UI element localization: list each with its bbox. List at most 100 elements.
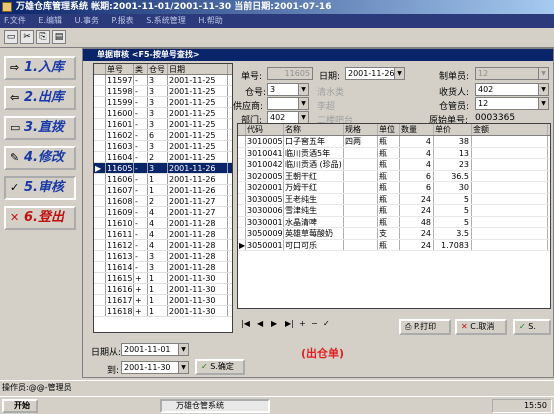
table-row[interactable]: 11608-2 2001-11-27 bbox=[94, 196, 232, 207]
col-unit[interactable]: 单位 bbox=[378, 124, 400, 135]
row-indicator bbox=[238, 147, 246, 158]
col-type[interactable]: 类 bbox=[134, 64, 148, 74]
supplier-select[interactable]: ▼ bbox=[267, 97, 309, 110]
menu-help[interactable]: H.帮助 bbox=[198, 16, 222, 25]
table-row[interactable]: 11601-3 2001-11-25 bbox=[94, 119, 232, 130]
cancel-button[interactable]: ✕ C.取消 bbox=[455, 319, 507, 335]
add-record-icon[interactable]: + bbox=[299, 319, 306, 328]
post-record-icon[interactable]: ✓ bbox=[323, 319, 330, 328]
table-row[interactable]: 11612-4 2001-11-28 bbox=[94, 240, 232, 251]
print-button[interactable]: ⎙ P.打印 bbox=[399, 319, 451, 335]
paste-icon[interactable]: ▤ bbox=[52, 30, 66, 44]
keeper-label: 仓管员: bbox=[439, 102, 470, 112]
table-row[interactable]: 3030005 王老纯生 瓶 24 5 bbox=[238, 193, 550, 205]
detail-grid[interactable]: 代码 名称 规格 单位 数量 单价 金额 3010005 口子窖五年 四两瓶 4 38 3… bbox=[237, 123, 551, 309]
chevron-down-icon[interactable]: ▼ bbox=[298, 98, 308, 109]
keeper-select[interactable]: 12 ▼ bbox=[475, 97, 549, 110]
col-name[interactable]: 名称 bbox=[284, 124, 344, 135]
table-row[interactable]: 11615 +1 2001-11-30 bbox=[94, 273, 232, 284]
warehouse-select[interactable]: 3 ▼ bbox=[267, 83, 309, 96]
chevron-down-icon[interactable]: ▼ bbox=[298, 84, 308, 95]
nav-stock-out[interactable]: ⇦ 2.出库 bbox=[4, 86, 76, 110]
table-row[interactable]: 3030001 水晶清啤 瓶 48 5 bbox=[238, 216, 550, 228]
delete-record-icon[interactable]: − bbox=[311, 319, 318, 328]
first-record-icon[interactable]: |◀ bbox=[241, 319, 250, 328]
col-qty[interactable]: 数量 bbox=[400, 124, 434, 135]
table-row[interactable]: 11604-2 2001-11-25 bbox=[94, 152, 232, 163]
col-code[interactable]: 代码 bbox=[246, 124, 284, 135]
chevron-down-icon[interactable]: ▼ bbox=[178, 344, 188, 355]
table-row[interactable]: 11598-3 2001-11-25 bbox=[94, 86, 232, 97]
menu-business[interactable]: U.事务 bbox=[75, 16, 99, 25]
chevron-down-icon[interactable]: ▼ bbox=[178, 362, 188, 373]
table-row[interactable]: 11610-4 2001-11-28 bbox=[94, 218, 232, 229]
scissors-icon[interactable]: ✂ bbox=[20, 30, 34, 44]
table-row[interactable]: 3020005 王朝干红 瓶 6 36.5 bbox=[238, 170, 550, 182]
table-row[interactable]: 11599-3 2001-11-25 bbox=[94, 97, 232, 108]
new-doc-icon[interactable]: ▭ bbox=[4, 30, 18, 44]
menu-system[interactable]: S.系统管理 bbox=[146, 16, 186, 25]
table-row[interactable]: 11614-3 2001-11-28 bbox=[94, 262, 232, 273]
table-row[interactable]: 11611-4 2001-11-28 bbox=[94, 229, 232, 240]
check-icon: ✓ bbox=[10, 181, 20, 194]
table-cell: 38 bbox=[434, 136, 472, 147]
table-row[interactable]: 11616 +1 2001-11-30 bbox=[94, 284, 232, 295]
chevron-down-icon[interactable]: ▼ bbox=[538, 98, 548, 109]
table-cell: 1 bbox=[148, 284, 168, 294]
col-amount[interactable]: 金额 bbox=[472, 124, 548, 135]
table-row[interactable]: 11613-3 2001-11-28 bbox=[94, 251, 232, 262]
table-cell: 11616 bbox=[107, 284, 134, 294]
col-price[interactable]: 单价 bbox=[434, 124, 472, 135]
nav-audit[interactable]: ✓ 5.审核 bbox=[4, 176, 76, 200]
document-list[interactable]: 单号 类 仓号 日期 11597-3 2001-11-25 11598-3 2001-… bbox=[93, 63, 233, 333]
table-cell: 11606 bbox=[107, 174, 134, 184]
arrow-in-icon: ⇨ bbox=[10, 61, 20, 74]
col-spec[interactable]: 规格 bbox=[344, 124, 378, 135]
chevron-down-icon[interactable]: ▼ bbox=[394, 68, 404, 79]
from-date-field[interactable]: 2001-11-01 ▼ bbox=[121, 343, 189, 356]
chevron-down-icon[interactable]: ▼ bbox=[298, 112, 308, 123]
table-row[interactable]: 11607-1 2001-11-26 bbox=[94, 185, 232, 196]
table-row[interactable]: 11602-6 2001-11-25 bbox=[94, 130, 232, 141]
copy-icon[interactable]: ⎘ bbox=[36, 30, 50, 44]
table-cell: 3020005 bbox=[247, 170, 284, 181]
nav-modify[interactable]: ✎ 4.修改 bbox=[4, 146, 76, 170]
col-warehouse[interactable]: 仓号 bbox=[148, 64, 168, 74]
menu-report[interactable]: P.报表 bbox=[112, 16, 134, 25]
table-row[interactable]: 3010042 临川贡酒 (珍品) 瓶 4 23 bbox=[238, 159, 550, 171]
col-date[interactable]: 日期 bbox=[168, 64, 228, 74]
table-row[interactable]: ▶ 3050001 可口可乐 瓶 24 1.7083 bbox=[238, 239, 550, 251]
table-cell: 瓶 bbox=[378, 170, 400, 181]
table-row[interactable]: 11617 +1 2001-11-30 bbox=[94, 295, 232, 306]
table-row[interactable]: 11606-1 2001-11-26 bbox=[94, 174, 232, 185]
table-row[interactable]: ▶ 11605-3 2001-11-26 bbox=[94, 163, 232, 174]
menu-file[interactable]: F.文件 bbox=[4, 16, 26, 25]
nav-transfer[interactable]: ▭ 3.直拨 bbox=[4, 116, 76, 140]
last-record-icon[interactable]: ▶| bbox=[285, 319, 294, 328]
table-row[interactable]: 3020001 万姆干红 瓶 6 30 bbox=[238, 182, 550, 194]
next-record-icon[interactable]: ▶ bbox=[271, 319, 277, 328]
table-row[interactable]: 11597-3 2001-11-25 bbox=[94, 75, 232, 86]
prev-record-icon[interactable]: ◀ bbox=[257, 319, 263, 328]
row-indicator bbox=[238, 182, 246, 193]
table-row[interactable]: 3010005 口子窖五年 四两瓶 4 38 bbox=[238, 136, 550, 148]
nav-logout[interactable]: ✕ 6.登出 bbox=[4, 206, 76, 230]
table-row[interactable]: 11600-3 2001-11-25 bbox=[94, 108, 232, 119]
date-field[interactable]: 2001-11-26 ▼ bbox=[345, 67, 405, 80]
table-row[interactable]: 11603-3 2001-11-25 bbox=[94, 141, 232, 152]
taskbar-app[interactable]: 万雄仓管系统 bbox=[160, 399, 270, 413]
table-row[interactable]: 3010041 临川贡酒5年 瓶 4 13 bbox=[238, 147, 550, 159]
receiver-select[interactable]: 402 ▼ bbox=[475, 83, 549, 96]
table-row[interactable]: 11618 +1 2001-11-30 bbox=[94, 306, 232, 317]
chevron-down-icon[interactable]: ▼ bbox=[538, 84, 548, 95]
nav-stock-in[interactable]: ⇨ 1.入库 bbox=[4, 56, 76, 80]
table-row[interactable]: 3030006 雪津纯生 瓶 24 5 bbox=[238, 205, 550, 217]
col-doc-no[interactable]: 单号 bbox=[106, 64, 134, 74]
confirm-button[interactable]: ✓ S.确定 bbox=[195, 359, 245, 375]
to-date-field[interactable]: 2001-11-30 ▼ bbox=[121, 361, 189, 374]
ok-button[interactable]: ✓ S. bbox=[513, 319, 551, 335]
table-row[interactable]: 11609-4 2001-11-27 bbox=[94, 207, 232, 218]
menu-edit[interactable]: E.编辑 bbox=[38, 16, 62, 25]
start-button[interactable]: 开始 bbox=[2, 399, 38, 413]
table-row[interactable]: 3050009 英雄草莓酸奶 支 24 3.5 bbox=[238, 228, 550, 240]
